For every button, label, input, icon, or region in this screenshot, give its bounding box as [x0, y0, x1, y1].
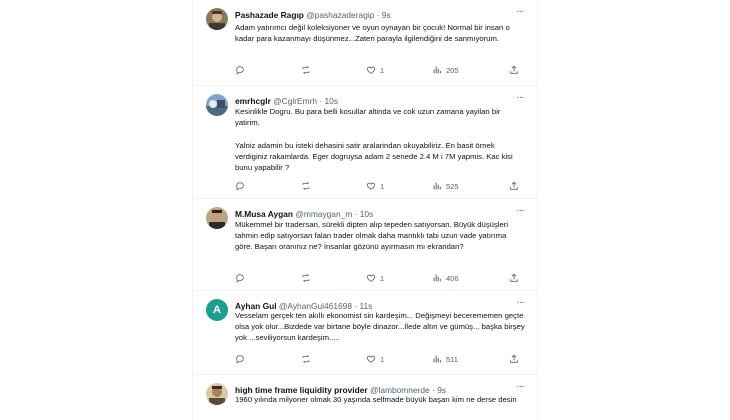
views-icon	[433, 182, 441, 190]
views-icon	[433, 274, 441, 282]
tweet[interactable]: Pashazade Ragıp @pashazaderagip · 9s ···…	[193, 0, 537, 86]
like-icon	[366, 66, 376, 74]
tweet-actions: 1 511	[235, 353, 527, 365]
tweet-actions: 1 525	[235, 180, 527, 192]
avatar[interactable]	[206, 8, 228, 30]
user-handle[interactable]: @CglrEmrh	[273, 96, 317, 106]
views-button[interactable]: 511	[432, 353, 458, 365]
tweet-text: Adam yatırımcı değil koleksiyoner ve oyu…	[235, 23, 510, 44]
like-count: 1	[380, 181, 385, 191]
user-name[interactable]: Pashazade Ragıp	[235, 10, 304, 20]
tweet-header: Pashazade Ragıp @pashazaderagip · 9s	[235, 8, 517, 22]
reply-button[interactable]	[235, 180, 245, 192]
views-button[interactable]: 205	[432, 64, 459, 76]
share-icon	[510, 354, 518, 363]
retweet-icon	[302, 65, 310, 75]
tweet-actions: 1 406	[235, 272, 527, 284]
retweet-button[interactable]	[301, 272, 311, 284]
retweet-icon	[302, 273, 310, 283]
like-button[interactable]: 1	[366, 180, 384, 192]
share-button[interactable]	[509, 64, 519, 76]
views-button[interactable]: 525	[432, 180, 459, 192]
retweet-icon	[302, 354, 310, 364]
tweet-actions: 1 205	[235, 64, 527, 76]
share-button[interactable]	[509, 272, 519, 284]
user-name[interactable]: M.Musa Aygan	[235, 209, 293, 219]
tweet-text: 1960 yılında milyoner olmak 30 yaşında s…	[235, 395, 517, 404]
timestamp[interactable]: 10s	[325, 96, 339, 106]
tweet[interactable]: high time frame liquidity provider @lamb…	[193, 375, 537, 420]
reply-icon	[236, 274, 244, 283]
tweet[interactable]: A Ayhan Gul @AyhanGul461698 · 11s ··· Ve…	[193, 291, 537, 375]
views-icon	[433, 355, 441, 363]
share-button[interactable]	[509, 353, 519, 365]
more-options-icon[interactable]: ···	[513, 206, 527, 218]
avatar[interactable]: A	[206, 299, 228, 321]
user-handle[interactable]: @pashazaderagip	[306, 10, 374, 20]
like-count: 1	[380, 354, 385, 364]
tweet-text: Mükemmel bir tradersan, sürekli dipten a…	[235, 220, 509, 252]
tweet-text: Kesinlikle Dogru. Bu para belli kosullar…	[235, 107, 513, 173]
avatar[interactable]	[206, 207, 228, 229]
reply-icon	[236, 66, 244, 75]
share-icon	[510, 273, 518, 282]
like-count: 1	[380, 65, 385, 75]
retweet-button[interactable]	[301, 353, 311, 365]
retweet-button[interactable]	[301, 64, 311, 76]
separator: ·	[354, 209, 358, 219]
more-options-icon[interactable]: ···	[513, 382, 527, 394]
views-count: 205	[446, 65, 459, 75]
more-options-icon[interactable]: ···	[513, 93, 527, 105]
share-button[interactable]	[509, 180, 519, 192]
user-name[interactable]: emrhcglr	[235, 96, 271, 106]
share-icon	[510, 181, 518, 190]
like-button[interactable]: 1	[366, 64, 384, 76]
like-button[interactable]: 1	[366, 272, 384, 284]
retweet-button[interactable]	[301, 180, 311, 192]
user-handle[interactable]: @mmaygan_m	[295, 209, 352, 219]
more-options-icon[interactable]: ···	[513, 7, 527, 19]
tweet[interactable]: emrhcglr @CglrEmrh · 10s ··· Kesinlikle …	[193, 86, 537, 199]
tweet-text: Vesselam gerçek ten akıllı ekonomist sin…	[235, 311, 525, 343]
timeline: Pashazade Ragıp @pashazaderagip · 9s ···…	[192, 0, 538, 420]
like-icon	[366, 182, 376, 190]
reply-icon	[236, 355, 244, 364]
views-count: 525	[446, 181, 459, 191]
timestamp[interactable]: 10s	[360, 209, 374, 219]
views-count: 511	[446, 354, 458, 364]
views-button[interactable]: 406	[432, 272, 459, 284]
reply-button[interactable]	[235, 272, 245, 284]
views-count: 406	[446, 273, 459, 283]
share-icon	[510, 65, 518, 74]
separator: ·	[376, 10, 380, 20]
like-icon	[366, 355, 376, 363]
like-icon	[366, 274, 376, 282]
like-count: 1	[380, 273, 385, 283]
like-button[interactable]: 1	[366, 353, 384, 365]
separator: ·	[319, 96, 323, 106]
retweet-icon	[302, 181, 310, 191]
avatar[interactable]	[206, 94, 228, 116]
reply-icon	[236, 182, 244, 191]
views-icon	[433, 66, 441, 74]
tweet[interactable]: M.Musa Aygan @mmaygan_m · 10s ··· Mükemm…	[193, 199, 537, 291]
reply-button[interactable]	[235, 353, 245, 365]
reply-button[interactable]	[235, 64, 245, 76]
avatar[interactable]	[206, 383, 228, 405]
timestamp[interactable]: 9s	[382, 10, 391, 20]
more-options-icon[interactable]: ···	[513, 298, 527, 310]
